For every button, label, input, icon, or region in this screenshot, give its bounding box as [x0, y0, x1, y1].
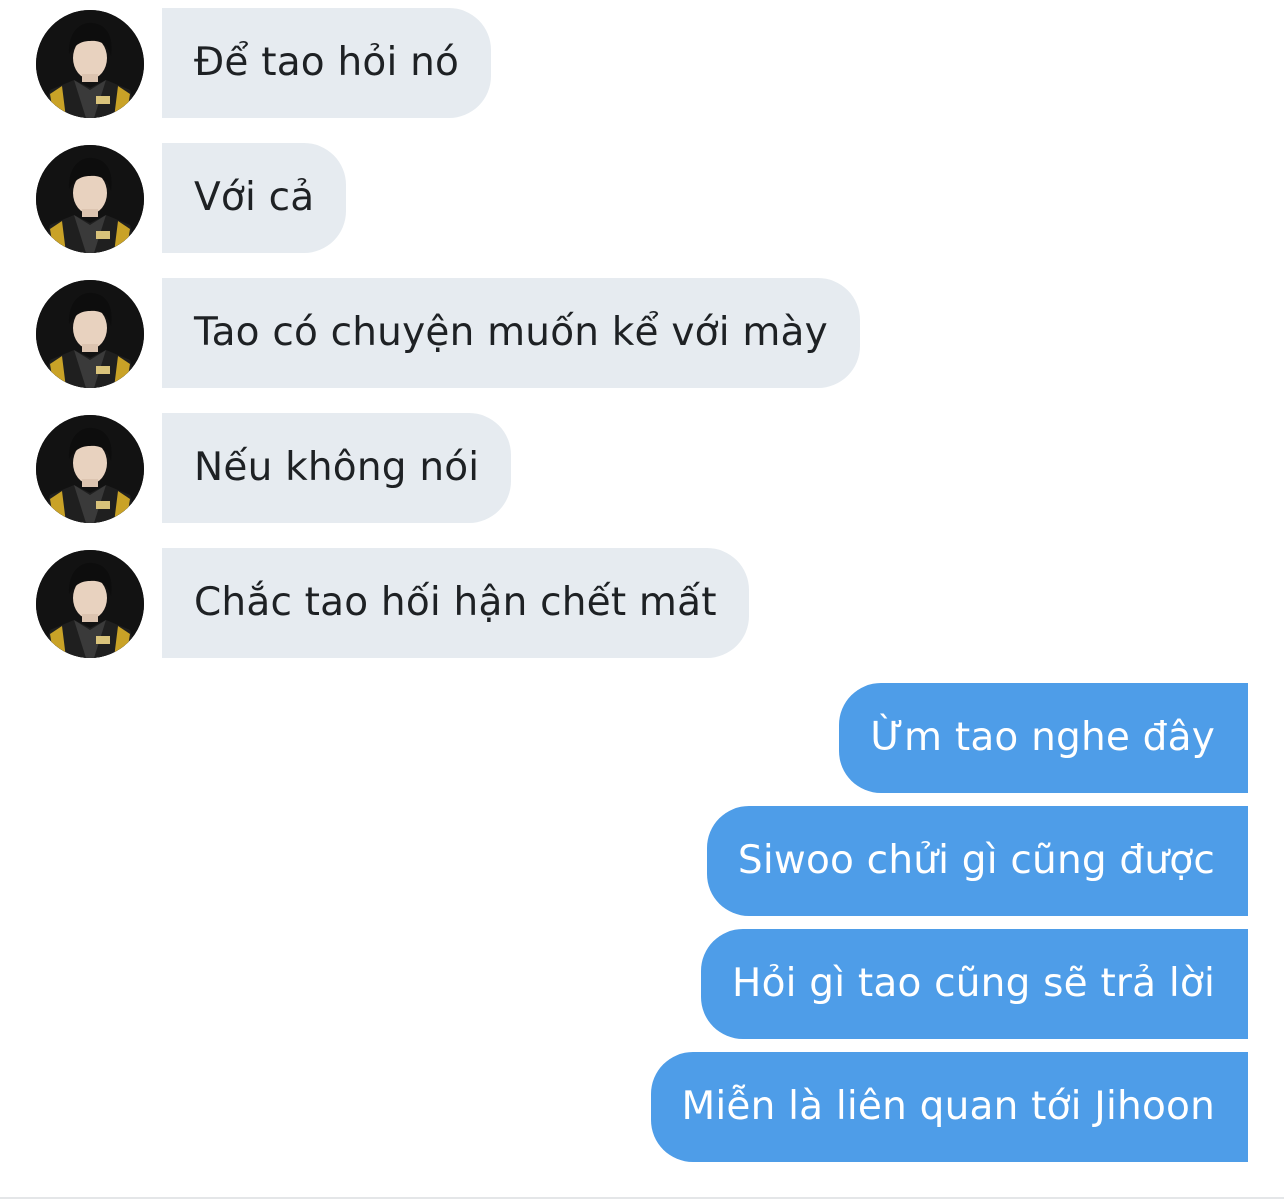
incoming-message-bubble[interactable]: Chắc tao hối hận chết mất	[162, 548, 749, 658]
outgoing-message-bubble[interactable]: Hỏi gì tao cũng sẽ trả lời	[701, 929, 1248, 1039]
incoming-message-bubble[interactable]: Để tao hỏi nó	[162, 8, 492, 118]
outgoing-message-bubble[interactable]: Siwoo chửi gì cũng được	[706, 806, 1248, 916]
profile-photo-icon	[36, 415, 144, 523]
avatar[interactable]	[36, 10, 144, 118]
incoming-message-row: Với cả	[0, 143, 1284, 253]
avatar[interactable]	[36, 145, 144, 253]
avatar[interactable]	[36, 415, 144, 523]
avatar[interactable]	[36, 550, 144, 658]
incoming-message-row: Tao có chuyện muốn kể với mày	[0, 278, 1284, 388]
profile-photo-icon	[36, 280, 144, 388]
profile-photo-icon	[36, 10, 144, 118]
chat-thread: Để tao hỏi nó Với cả Tao có chuyện muốn …	[0, 0, 1284, 1199]
outgoing-message-row: Siwoo chửi gì cũng được	[0, 806, 1284, 916]
incoming-message-bubble[interactable]: Tao có chuyện muốn kể với mày	[162, 278, 860, 388]
incoming-message-bubble[interactable]: Với cả	[162, 143, 347, 253]
avatar[interactable]	[36, 280, 144, 388]
incoming-message-row: Để tao hỏi nó	[0, 8, 1284, 118]
outgoing-message-bubble[interactable]: Ừm tao nghe đây	[839, 683, 1248, 793]
outgoing-message-bubble[interactable]: Miễn là liên quan tới Jihoon	[650, 1052, 1248, 1162]
incoming-message-row: Nếu không nói	[0, 413, 1284, 523]
outgoing-message-row: Ừm tao nghe đây	[0, 683, 1284, 793]
profile-photo-icon	[36, 145, 144, 253]
outgoing-message-row: Hỏi gì tao cũng sẽ trả lời	[0, 929, 1284, 1039]
profile-photo-icon	[36, 550, 144, 658]
outgoing-message-row: Miễn là liên quan tới Jihoon	[0, 1052, 1284, 1162]
incoming-message-bubble[interactable]: Nếu không nói	[162, 413, 512, 523]
incoming-message-row: Chắc tao hối hận chết mất	[0, 548, 1284, 658]
